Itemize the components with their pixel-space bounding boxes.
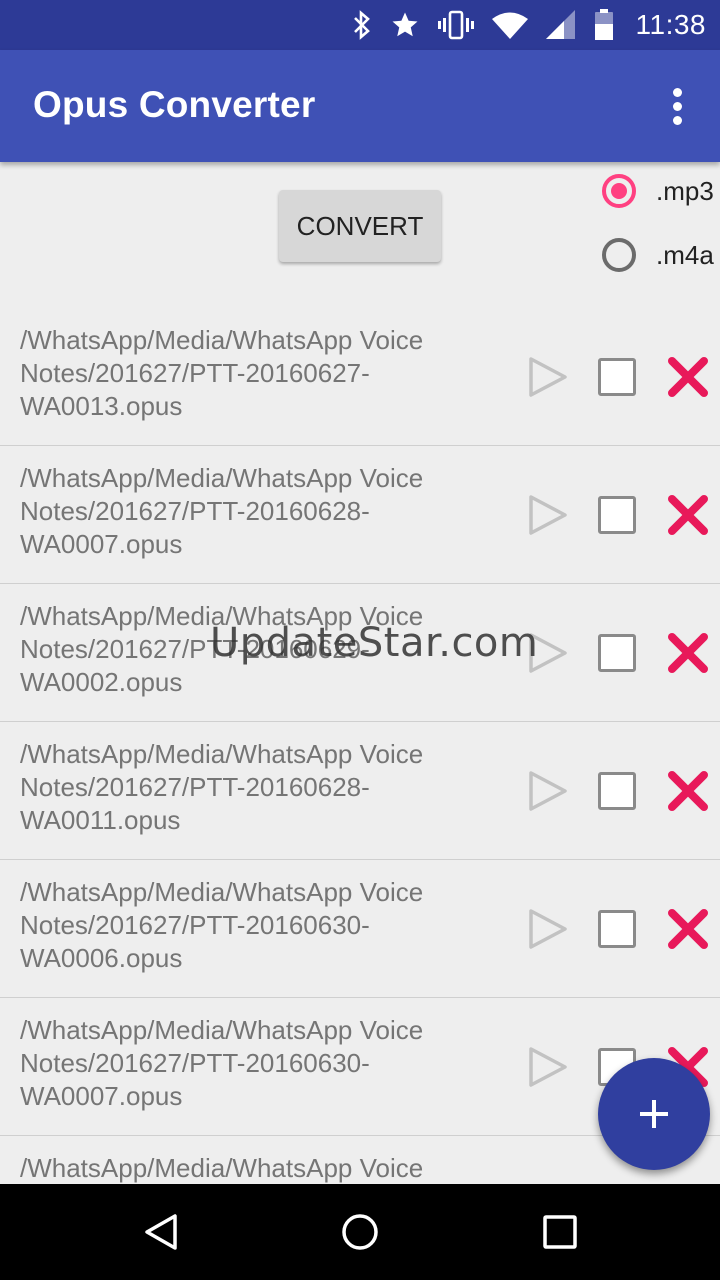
app-title: Opus Converter [33,84,316,125]
select-checkbox[interactable] [598,634,636,672]
recents-icon[interactable] [542,1212,578,1252]
convert-button[interactable]: CONVERT [279,190,441,262]
play-icon[interactable] [527,356,569,398]
play-icon[interactable] [527,908,569,950]
list-item[interactable]: /WhatsApp/Media/WhatsApp Voice Notes/201… [0,308,720,446]
app-bar: Opus Converter [0,50,720,162]
list-item[interactable]: /WhatsApp/Media/WhatsApp Voice Notes/201… [0,446,720,584]
select-checkbox[interactable] [598,358,636,396]
select-checkbox[interactable] [598,910,636,948]
bluetooth-icon [353,10,370,40]
delete-icon[interactable] [668,357,708,397]
watermark: UpdateStar.com [210,620,539,666]
delete-icon[interactable] [668,771,708,811]
cell-signal-icon [545,10,575,39]
plus-icon [640,1100,668,1128]
select-checkbox[interactable] [598,772,636,810]
file-path: /WhatsApp/Media/WhatsApp Voice Notes/201… [20,325,424,421]
add-file-button[interactable] [598,1058,710,1170]
star-icon [392,12,417,37]
play-icon[interactable] [527,1046,569,1088]
file-path: /WhatsApp/Media/WhatsApp Voice Notes/201… [20,739,424,835]
main-content: CONVERT .mp3 .m4a /WhatsApp/Media/WhatsA… [0,162,720,1184]
radio-button-selected[interactable] [602,174,636,208]
battery-icon [594,9,613,40]
more-vert-icon[interactable] [666,88,690,126]
play-icon[interactable] [527,770,569,812]
file-path: /WhatsApp/Media/WhatsApp Voice Notes/201… [20,463,424,559]
file-path: /WhatsApp/Media/WhatsApp Voice [20,1153,424,1183]
list-item[interactable]: /WhatsApp/Media/WhatsApp Voice Notes/201… [0,722,720,860]
delete-icon[interactable] [668,909,708,949]
file-path: /WhatsApp/Media/WhatsApp Voice Notes/201… [20,877,424,973]
nav-bar [0,1184,720,1280]
list-item[interactable]: /WhatsApp/Media/WhatsApp Voice Notes/201… [0,860,720,998]
radio-m4a[interactable]: .m4a [602,238,714,272]
radio-mp3[interactable]: .mp3 [602,174,714,208]
delete-icon[interactable] [668,495,708,535]
radio-label-m4a: .m4a [656,239,714,270]
home-icon[interactable] [340,1212,380,1252]
back-icon[interactable] [142,1212,182,1252]
delete-icon[interactable] [668,633,708,673]
wifi-icon [491,12,528,39]
play-icon[interactable] [527,494,569,536]
vibrate-icon [437,10,474,40]
file-path: /WhatsApp/Media/WhatsApp Voice Notes/201… [20,1015,424,1111]
radio-label-mp3: .mp3 [656,175,714,206]
status-bar: 11:38 [0,0,720,50]
status-icons: 11:38 [352,0,707,50]
clock: 11:38 [635,9,706,40]
file-list: /WhatsApp/Media/WhatsApp Voice Notes/201… [0,308,720,1184]
radio-button-unselected[interactable] [602,238,636,272]
select-checkbox[interactable] [598,496,636,534]
